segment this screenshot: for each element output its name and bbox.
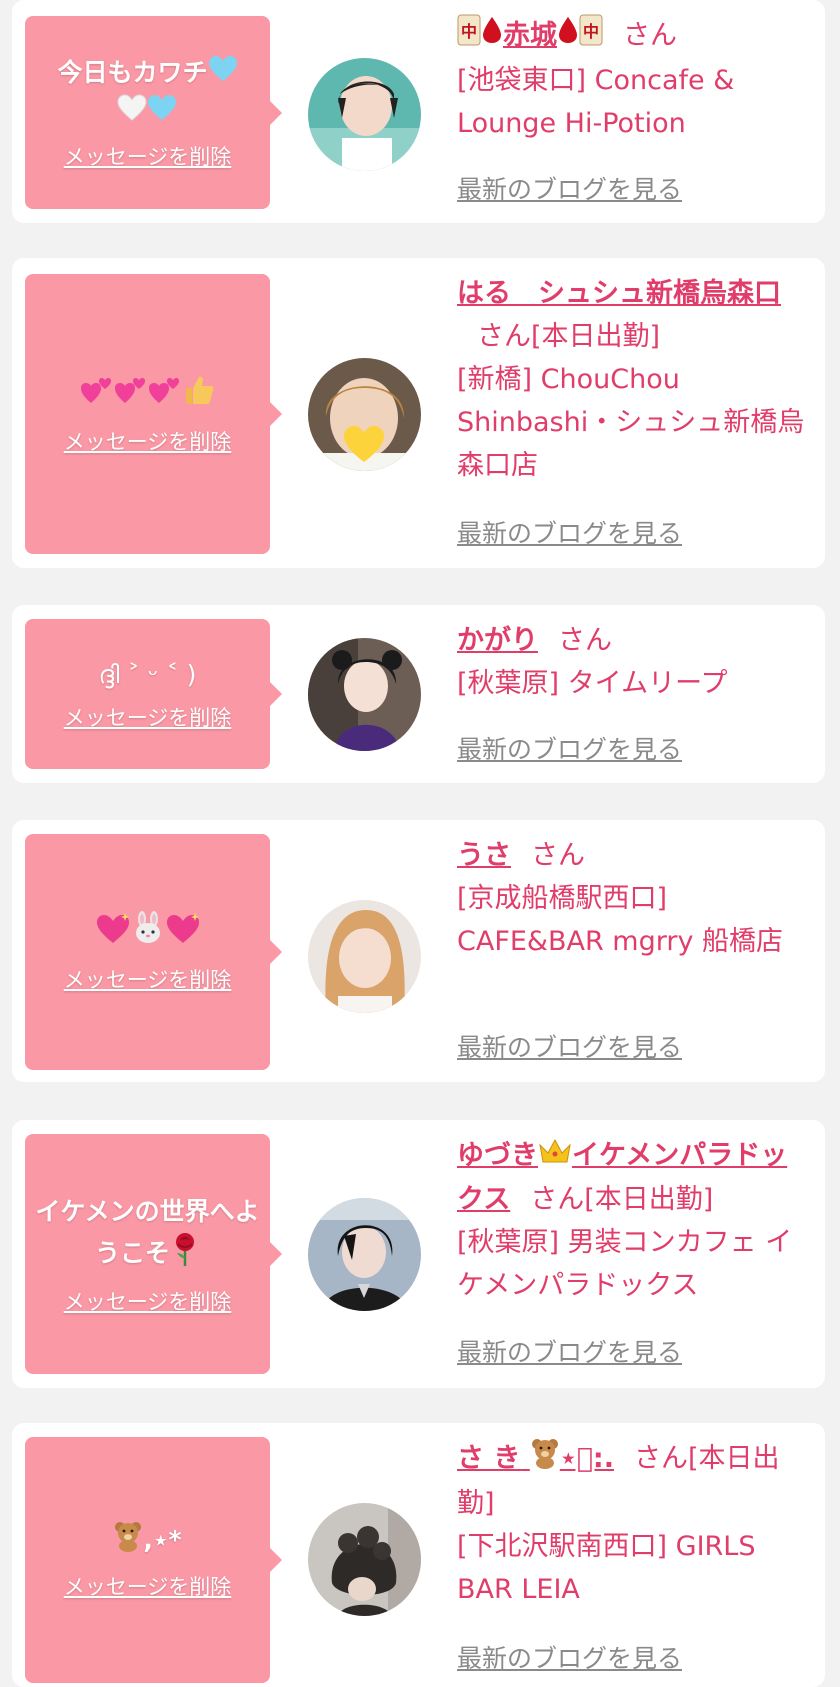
message-text	[95, 910, 201, 956]
cast-name-link[interactable]: うさ	[457, 840, 511, 871]
message-body: イケメンの世界へようこそ	[35, 1196, 260, 1268]
delete-message-link[interactable]: メッセージを削除	[64, 141, 232, 171]
svg-text:中: 中	[583, 22, 599, 41]
message-text: 今日もカワチ	[57, 54, 237, 133]
light-blue-heart-icon	[208, 55, 238, 94]
avatar[interactable]	[308, 1503, 421, 1616]
cast-name-text[interactable]: ゆづき	[457, 1140, 538, 1171]
two-hearts-icon	[80, 375, 114, 416]
name-line: 中 赤城 中 さん	[457, 14, 809, 59]
cast-info: さ き ⋆͛:. さん[本日出勤] [下北沢駅南西口] GIRLS BAR LEI…	[457, 1437, 809, 1611]
name-line: はる シュシュ新橋烏森口さん[本日出勤]	[457, 272, 809, 358]
avatar[interactable]	[308, 58, 421, 171]
attendance-badge: [本日出勤]	[584, 1184, 714, 1215]
message-card: イケメンの世界へようこそ メッセージを削除 ゆづき イケメンパラドックス さん[本日…	[12, 1120, 825, 1388]
name-line: うさ さん	[457, 834, 809, 877]
cast-name-link[interactable]: かがり	[457, 625, 538, 656]
message-bubble: ദ്ദി ˃ ᵕ ˂ ) メッセージを削除	[25, 619, 282, 769]
message-text: ദ്ദി ˃ ᵕ ˂ )	[98, 660, 197, 689]
shop-name: [新橋] ChouChou Shinbashi・シュシュ新橋烏森口店	[457, 364, 805, 481]
message-body: 今日もカワチ	[57, 58, 208, 87]
latest-blog-link[interactable]: 最新のブログを見る	[457, 1028, 682, 1064]
message-body: ,⋆*	[143, 1525, 182, 1554]
light-blue-heart-icon	[147, 94, 177, 133]
latest-blog-link[interactable]: 最新のブログを見る	[457, 514, 682, 550]
message-text: イケメンの世界へようこそ	[33, 1193, 262, 1278]
message-card: メッセージを削除 はる シュシュ新橋烏森口さん[本日出勤] [新橋] ChouC…	[12, 258, 825, 568]
drop-of-blood-icon	[481, 15, 503, 58]
message-text	[80, 373, 216, 418]
san-label: さん	[477, 321, 531, 352]
rose-icon	[170, 1231, 200, 1278]
latest-blog-link[interactable]: 最新のブログを見る	[457, 170, 682, 206]
name-line: かがり さん	[457, 619, 809, 662]
thumbs-up-icon	[182, 373, 216, 418]
message-bubble: メッセージを削除	[25, 274, 282, 554]
message-bubble: メッセージを削除	[25, 834, 282, 1070]
crown-icon	[538, 1135, 572, 1178]
san-label: さん	[558, 625, 612, 656]
shop-name: [池袋東口] Concafe & Lounge Hi-Potion	[457, 65, 735, 139]
teddy-bear-icon	[113, 1520, 143, 1563]
delete-message-link[interactable]: メッセージを削除	[64, 964, 232, 994]
shop-name: [下北沢駅南西口] GIRLS BAR LEIA	[457, 1531, 756, 1605]
rabbit-face-icon	[131, 910, 165, 956]
delete-message-link[interactable]: メッセージを削除	[64, 1286, 232, 1316]
san-label: さん	[531, 840, 585, 871]
avatar[interactable]	[308, 358, 421, 471]
delete-message-link[interactable]: メッセージを削除	[64, 702, 232, 732]
message-bubble: ,⋆* メッセージを削除	[25, 1437, 282, 1683]
cast-name-text-after[interactable]: ⋆͛:.	[560, 1443, 614, 1474]
shop-name: [秋葉原] タイムリープ	[457, 668, 728, 699]
message-text: ,⋆*	[113, 1520, 182, 1563]
two-hearts-icon	[114, 375, 148, 416]
teddy-bear-icon	[530, 1437, 560, 1482]
two-hearts-icon	[148, 375, 182, 416]
cast-name-link[interactable]: さ き ⋆͛:.	[457, 1439, 614, 1474]
cast-info: ゆづき イケメンパラドックス さん[本日出勤] [秋葉原] 男装コンカフェ イケメン…	[457, 1134, 809, 1307]
avatar[interactable]	[308, 900, 421, 1013]
san-label: さん	[530, 1184, 585, 1215]
message-bubble: イケメンの世界へようこそ メッセージを削除	[25, 1134, 282, 1374]
avatar[interactable]	[308, 638, 421, 751]
cast-info: はる シュシュ新橋烏森口さん[本日出勤] [新橋] ChouChou Shinb…	[457, 272, 809, 487]
message-bubble: 今日もカワチ メッセージを削除	[25, 16, 282, 209]
mahjong-red-dragon-icon: 中	[579, 14, 603, 59]
cast-name-link[interactable]: はる シュシュ新橋烏森口	[457, 278, 781, 309]
attendance-badge: [本日出勤]	[531, 321, 661, 352]
cast-info: 中 赤城 中 さん [池袋東口] Concafe & Lounge Hi-Potion	[457, 14, 809, 145]
sparkling-heart-icon	[95, 911, 131, 956]
cast-name-text[interactable]: 赤城	[503, 20, 557, 51]
shop-name: [秋葉原] 男装コンカフェ イケメンパラドックス	[457, 1227, 793, 1301]
sparkling-heart-icon	[165, 911, 201, 956]
latest-blog-link[interactable]: 最新のブログを見る	[457, 1333, 682, 1369]
name-line: さ き ⋆͛:. さん[本日出勤]	[457, 1437, 809, 1525]
message-card: メッセージを削除 うさ さん [京成船橋駅西口] CAFE&BAR mgrry 船…	[12, 820, 825, 1082]
svg-text:中: 中	[461, 22, 477, 41]
shop-name: [京成船橋駅西口] CAFE&BAR mgrry 船橋店	[457, 883, 784, 957]
san-label: さん	[623, 20, 677, 51]
cast-name-link[interactable]: 中 赤城 中	[457, 14, 603, 51]
latest-blog-link[interactable]: 最新のブログを見る	[457, 730, 682, 766]
drop-of-blood-icon	[557, 15, 579, 58]
mahjong-red-dragon-icon: 中	[457, 14, 481, 59]
message-card: 今日もカワチ メッセージを削除 中 赤城 中 さん [池袋東口] Concafe & …	[12, 0, 825, 223]
avatar[interactable]	[308, 1198, 421, 1311]
cast-name-text[interactable]: さ き	[457, 1443, 520, 1474]
delete-message-link[interactable]: メッセージを削除	[64, 426, 232, 456]
cast-info: かがり さん [秋葉原] タイムリープ	[457, 619, 809, 705]
san-label: さん	[633, 1443, 688, 1474]
white-heart-icon	[117, 94, 147, 133]
latest-blog-link[interactable]: 最新のブログを見る	[457, 1639, 682, 1675]
name-line: ゆづき イケメンパラドックス さん[本日出勤]	[457, 1134, 809, 1221]
message-card: ,⋆* メッセージを削除 さ き ⋆͛:. さん[本日出勤] [下北沢駅南西口] …	[12, 1423, 825, 1687]
delete-message-link[interactable]: メッセージを削除	[64, 1571, 232, 1601]
message-card: ദ്ദി ˃ ᵕ ˂ ) メッセージを削除 かがり さん [秋葉原] タイムリープ…	[12, 605, 825, 783]
cast-info: うさ さん [京成船橋駅西口] CAFE&BAR mgrry 船橋店	[457, 834, 809, 963]
